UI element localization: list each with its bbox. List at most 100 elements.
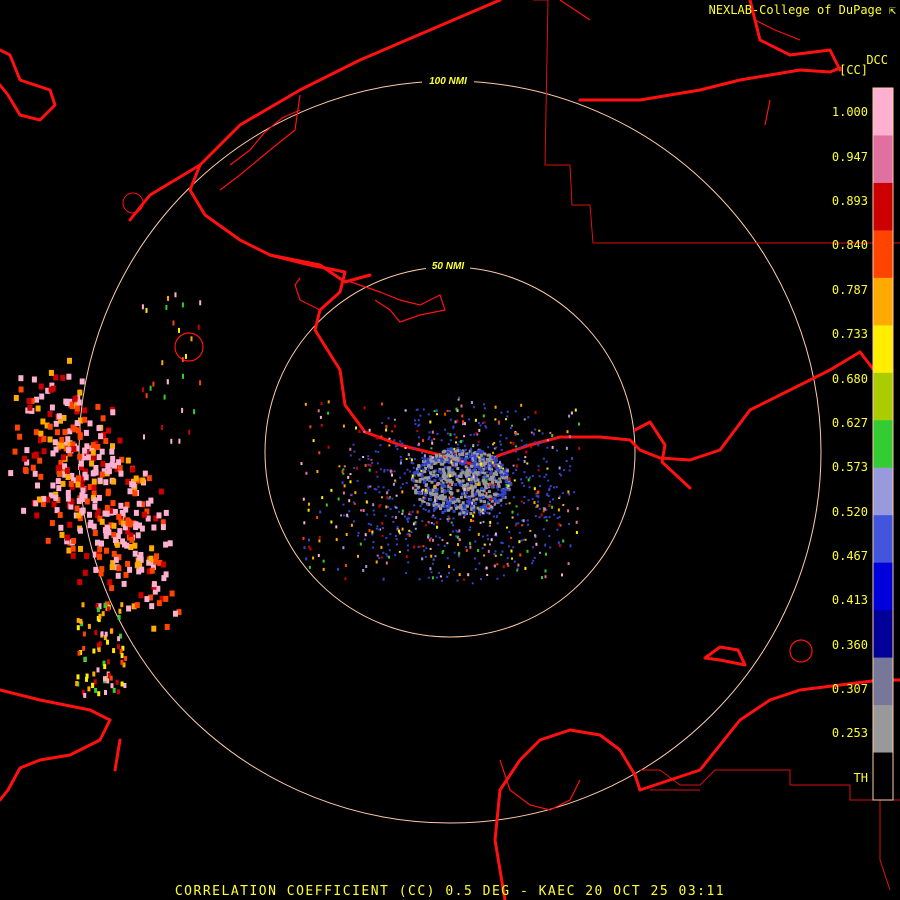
band-echo <box>104 510 110 517</box>
scatter-echo <box>317 409 320 413</box>
scale-label: 0.680 <box>831 372 868 386</box>
band-echo <box>126 605 132 612</box>
clutter-echo <box>470 464 474 468</box>
near-echo <box>449 418 452 421</box>
near-echo <box>424 479 427 481</box>
near-echo <box>494 418 497 421</box>
near-echo <box>349 454 352 457</box>
band-echo <box>77 453 83 460</box>
near-echo <box>500 504 503 507</box>
band-echo <box>110 683 114 689</box>
near-echo <box>520 539 523 542</box>
near-echo <box>494 554 497 557</box>
band-echo <box>91 683 95 689</box>
band-echo <box>48 369 54 376</box>
band-echo <box>117 437 123 444</box>
near-echo <box>491 485 494 488</box>
clutter-echo <box>459 483 462 487</box>
near-echo <box>532 432 535 435</box>
near-echo <box>427 413 430 416</box>
near-echo <box>501 542 504 545</box>
band-echo <box>65 447 71 454</box>
band-echo <box>27 404 33 411</box>
clutter-echo <box>488 494 492 498</box>
band-echo <box>134 562 140 569</box>
scatter-echo <box>341 470 344 473</box>
near-echo <box>499 443 502 446</box>
band-echo <box>152 381 155 387</box>
band-echo <box>112 687 116 693</box>
band-echo <box>115 679 119 685</box>
band-echo <box>98 433 104 440</box>
scatter-echo <box>372 503 375 507</box>
scatter-echo <box>448 565 450 569</box>
near-echo <box>408 529 411 532</box>
clutter-echo <box>432 470 436 474</box>
near-echo <box>503 495 506 498</box>
scatter-echo <box>498 420 500 424</box>
near-echo <box>474 557 476 560</box>
scatter-echo <box>358 430 361 433</box>
near-echo <box>422 496 425 499</box>
band-echo <box>106 659 110 665</box>
near-echo <box>509 441 512 444</box>
band-echo <box>182 373 184 379</box>
band-echo <box>112 537 118 543</box>
scatter-echo <box>570 411 573 415</box>
clutter-echo <box>456 458 460 462</box>
scale-label: 0.893 <box>831 194 868 208</box>
scatter-echo <box>406 517 409 521</box>
near-echo <box>453 433 456 436</box>
near-echo <box>377 450 380 453</box>
band-echo <box>91 478 97 485</box>
band-echo <box>160 561 166 568</box>
near-echo <box>394 479 397 482</box>
near-echo <box>545 519 548 522</box>
near-echo <box>381 496 383 499</box>
near-echo <box>391 515 394 518</box>
scatter-echo <box>412 522 415 526</box>
near-echo <box>362 456 365 458</box>
near-echo <box>473 433 476 436</box>
near-echo <box>479 448 482 451</box>
band-echo <box>165 304 168 310</box>
scatter-echo <box>405 555 408 559</box>
band-echo <box>96 425 102 432</box>
near-echo <box>481 547 484 550</box>
band-echo <box>129 481 135 488</box>
band-echo <box>103 676 106 682</box>
band-echo <box>145 307 148 313</box>
near-echo <box>543 476 546 479</box>
near-echo <box>427 467 430 470</box>
scatter-echo <box>458 573 461 577</box>
near-echo <box>414 527 417 530</box>
near-echo <box>500 449 503 451</box>
near-echo <box>573 491 576 494</box>
clutter-echo <box>487 467 491 471</box>
near-echo <box>474 540 477 543</box>
near-echo <box>512 464 515 467</box>
clutter-echo <box>486 453 490 457</box>
near-echo <box>556 517 559 520</box>
band-echo <box>51 501 57 508</box>
scatter-echo <box>394 516 397 519</box>
near-echo <box>352 443 355 446</box>
near-echo <box>425 547 428 550</box>
clutter-echo <box>477 490 481 494</box>
near-echo <box>470 447 473 450</box>
scatter-echo <box>367 485 370 489</box>
band-echo <box>41 435 47 442</box>
band-echo <box>178 438 181 444</box>
scatter-echo <box>544 543 547 547</box>
near-echo <box>357 531 360 534</box>
near-echo <box>465 448 467 451</box>
near-echo <box>478 511 481 514</box>
scatter-echo <box>368 428 371 432</box>
band-echo <box>41 448 47 455</box>
near-echo <box>375 471 378 474</box>
clutter-echo <box>440 483 444 487</box>
clutter-echo <box>480 487 484 490</box>
near-echo <box>352 501 355 504</box>
band-echo <box>103 603 107 609</box>
near-echo <box>488 464 491 467</box>
